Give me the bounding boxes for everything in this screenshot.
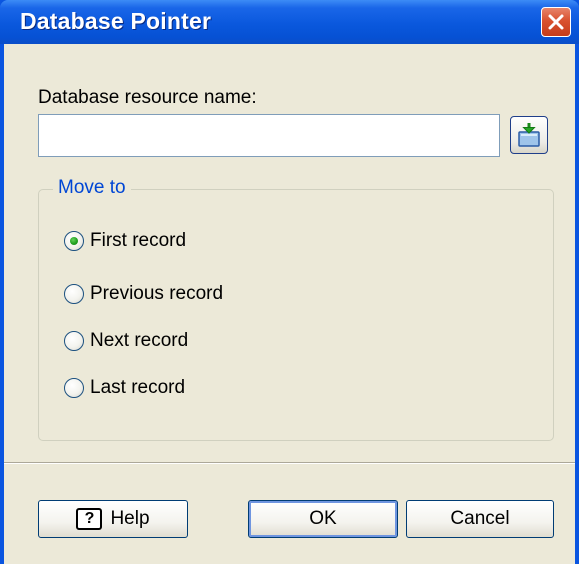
title-bar[interactable]: Database Pointer [0, 0, 579, 44]
radio-next-record[interactable]: Next record [64, 330, 188, 352]
browse-database-icon [518, 123, 540, 147]
help-button-label: Help [110, 508, 150, 529]
question-icon: ? [76, 508, 103, 530]
ok-button-label: OK [309, 508, 337, 529]
radio-button[interactable] [64, 331, 84, 351]
radio-label: Last record [90, 377, 186, 398]
radio-button[interactable] [64, 284, 84, 304]
radio-label: First record [90, 230, 187, 251]
move-to-legend: Move to [53, 177, 131, 199]
resource-name-input[interactable] [38, 114, 500, 157]
window-title: Database Pointer [20, 8, 212, 34]
radio-label: Next record [90, 330, 189, 351]
help-button[interactable]: ? Help [38, 500, 188, 538]
radio-label: Previous record [90, 283, 224, 304]
browse-button[interactable] [510, 116, 548, 154]
radio-first-record[interactable]: First record [64, 230, 186, 252]
radio-button[interactable] [64, 231, 84, 251]
cancel-button-label: Cancel [450, 508, 510, 529]
radio-button[interactable] [64, 378, 84, 398]
dialog-body: Database resource name: Move to First re… [4, 44, 575, 564]
radio-last-record[interactable]: Last record [64, 377, 185, 399]
cancel-button[interactable]: Cancel [406, 500, 554, 538]
close-icon [548, 14, 564, 30]
dialog-window: Database Pointer Database resource name:… [0, 0, 579, 564]
ok-button[interactable]: OK [248, 500, 398, 538]
resource-name-label: Database resource name: [38, 87, 257, 108]
radio-previous-record[interactable]: Previous record [64, 283, 223, 305]
radio-selected-dot [70, 237, 78, 245]
close-button[interactable] [541, 7, 571, 37]
footer-separator [4, 462, 575, 464]
move-to-groupbox [38, 189, 554, 441]
